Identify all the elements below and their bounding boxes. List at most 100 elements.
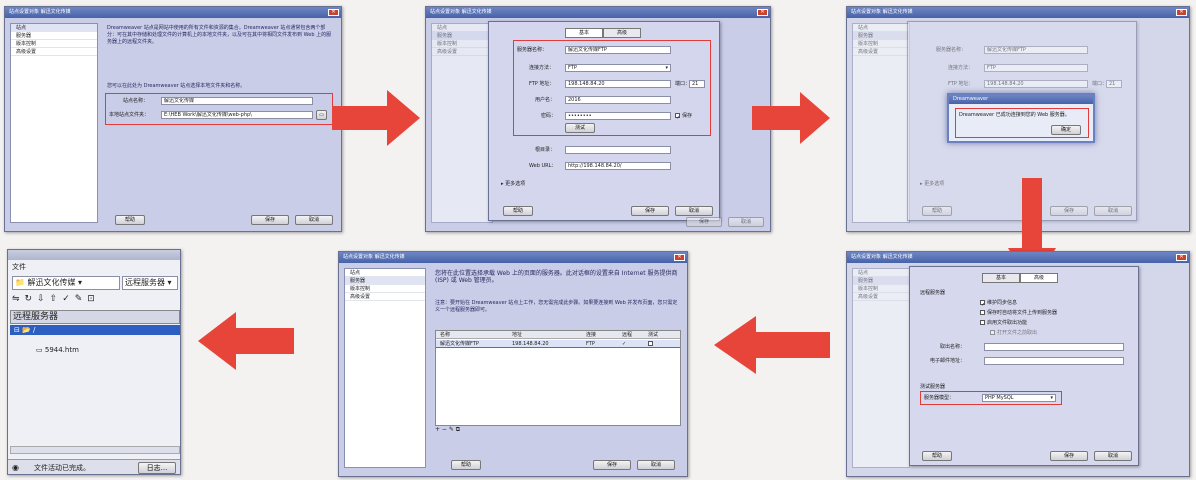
- server-model-select[interactable]: PHP MySQL ▾: [982, 394, 1056, 402]
- site-name-label: 站点名称：: [123, 98, 149, 104]
- sidebar-item-site[interactable]: 站点: [432, 24, 492, 32]
- connect-icon[interactable]: ⇋: [12, 294, 25, 304]
- row-remote-checkbox[interactable]: ✓: [622, 340, 626, 348]
- checkout-option[interactable]: 启用文件取出功能: [980, 319, 1027, 327]
- table-tools[interactable]: + − ✎ ⧉: [435, 426, 495, 434]
- checkout-name-input[interactable]: [984, 343, 1124, 351]
- check-out-icon[interactable]: ✓: [62, 294, 75, 304]
- close-button[interactable]: ✕: [1176, 9, 1187, 16]
- put-files-icon[interactable]: ⇧: [50, 294, 63, 304]
- sidebar-item-version-control[interactable]: 版本控制: [432, 40, 492, 48]
- save-password-checkbox[interactable]: ✓ 保存: [675, 112, 692, 121]
- horizontal-scrollbar[interactable]: [10, 446, 180, 454]
- sidebar-item-advanced[interactable]: 高级设置: [345, 293, 425, 301]
- checkbox[interactable]: ✓: [675, 113, 680, 121]
- username-input[interactable]: 2016: [565, 96, 671, 104]
- cancel-button[interactable]: 取消: [295, 215, 333, 225]
- connect-method-select[interactable]: FTP ▾: [565, 64, 671, 72]
- checkbox[interactable]: [648, 341, 653, 346]
- sync-option[interactable]: ✓ 维护同步信息: [980, 299, 1017, 308]
- tree-root-row[interactable]: ⊟ 📂 /: [10, 325, 180, 335]
- expand-icon[interactable]: ⊡: [87, 294, 100, 304]
- save-button[interactable]: 保存: [251, 215, 289, 225]
- cancel-button-behind: 取消: [728, 217, 764, 227]
- tab-advanced[interactable]: 高级: [603, 28, 641, 38]
- checkbox[interactable]: [980, 320, 985, 325]
- sidebar-item-site[interactable]: 站点: [853, 269, 909, 277]
- close-button[interactable]: ✕: [1176, 254, 1187, 261]
- cancel-button[interactable]: 取消: [1094, 451, 1132, 461]
- site-name-input[interactable]: 解迅文化传媒: [161, 97, 313, 105]
- sidebar-item-version-control[interactable]: 版本控制: [853, 40, 909, 48]
- more-options-toggle[interactable]: ▸ 更多选项: [501, 180, 525, 188]
- col-connection[interactable]: 连接: [586, 331, 596, 339]
- checkbox[interactable]: [980, 310, 985, 315]
- ftp-address-input[interactable]: 198.148.84.20: [565, 80, 671, 88]
- tab-advanced[interactable]: 高级: [1020, 273, 1058, 283]
- col-name[interactable]: 名称: [440, 331, 450, 339]
- port-input[interactable]: 21: [689, 80, 705, 88]
- col-remote[interactable]: 远程: [622, 331, 632, 339]
- password-label: 密码：: [541, 113, 557, 119]
- close-button[interactable]: ✕: [757, 9, 768, 16]
- sidebar-item-servers[interactable]: 服务器: [853, 277, 909, 285]
- sidebar-item-servers[interactable]: 服务器: [11, 32, 97, 40]
- save-button[interactable]: 保存: [593, 460, 631, 470]
- connect-method-value: FTP: [568, 65, 577, 71]
- tab-basic[interactable]: 基本: [982, 273, 1020, 283]
- test-button[interactable]: 测试: [565, 123, 595, 133]
- sidebar-item-site[interactable]: 站点: [853, 24, 909, 32]
- email-input[interactable]: [984, 357, 1124, 365]
- row-test-checkbox[interactable]: [648, 340, 655, 348]
- root-dir-input[interactable]: [565, 146, 671, 154]
- col-test[interactable]: 测试: [648, 331, 658, 339]
- sidebar-item-servers[interactable]: 服务器: [345, 277, 425, 285]
- ok-button[interactable]: 确定: [1051, 125, 1081, 135]
- help-button[interactable]: 帮助: [115, 215, 145, 225]
- table-row[interactable]: 解迅文化传媒FTP 198.148.84.20 FTP ✓: [436, 340, 680, 348]
- check-in-icon[interactable]: ✎: [75, 294, 88, 304]
- row-address: 198.148.84.20: [512, 341, 549, 347]
- server-name-input[interactable]: 解迅文化传媒FTP: [565, 46, 671, 54]
- ftp-address-label: FTP 地址：: [948, 81, 974, 87]
- save-button[interactable]: 保存: [1050, 451, 1088, 461]
- close-button[interactable]: ✕: [328, 9, 339, 16]
- get-files-icon[interactable]: ⇩: [37, 294, 50, 304]
- close-button[interactable]: ✕: [674, 254, 685, 261]
- open-checkout-option: 打开文件之前取出: [990, 329, 1037, 337]
- sidebar-item-site[interactable]: 站点: [345, 269, 425, 277]
- title-bar: 站点设置对象 解迅文化传媒 ✕: [847, 7, 1189, 18]
- help-button[interactable]: 帮助: [503, 206, 533, 216]
- sidebar-item-version-control[interactable]: 版本控制: [853, 285, 909, 293]
- sidebar-item-advanced[interactable]: 高级设置: [432, 48, 492, 56]
- help-button[interactable]: 帮助: [922, 451, 952, 461]
- auto-upload-option[interactable]: 保存时自动将文件上传到服务器: [980, 309, 1057, 317]
- sidebar-item-site[interactable]: 站点: [11, 24, 97, 32]
- web-url-input[interactable]: http://198.148.84.20/: [565, 162, 671, 170]
- folder-icon: 📂: [22, 326, 31, 334]
- checkbox[interactable]: ✓: [980, 300, 985, 308]
- sidebar-item-advanced[interactable]: 高级设置: [853, 48, 909, 56]
- tab-basic[interactable]: 基本: [565, 28, 603, 38]
- sidebar-item-servers[interactable]: 服务器: [853, 32, 909, 40]
- log-button[interactable]: 日志...: [138, 462, 176, 474]
- refresh-icon[interactable]: ↻: [25, 294, 38, 304]
- save-button[interactable]: 保存: [631, 206, 669, 216]
- view-select[interactable]: 远程服务器 ▾: [122, 276, 178, 290]
- sidebar-item-advanced[interactable]: 高级设置: [853, 293, 909, 301]
- local-folder-input[interactable]: E:\HEB Work\解迅文化传媒\web-php\: [161, 111, 313, 119]
- sidebar-item-servers[interactable]: 服务器: [432, 32, 492, 40]
- sidebar-item-advanced[interactable]: 高级设置: [11, 48, 97, 56]
- site-select-value: 解迅文化传媒: [27, 278, 76, 287]
- browse-folder-button[interactable]: ▭: [316, 110, 327, 120]
- col-address[interactable]: 地址: [512, 331, 522, 339]
- files-tab[interactable]: 文件: [12, 262, 26, 272]
- site-select[interactable]: 📁 解迅文化传媒 ▾: [12, 276, 120, 290]
- sidebar-item-version-control[interactable]: 版本控制: [345, 285, 425, 293]
- cancel-button[interactable]: 取消: [637, 460, 675, 470]
- sidebar-item-version-control[interactable]: 版本控制: [11, 40, 97, 48]
- cancel-button[interactable]: 取消: [675, 206, 713, 216]
- password-input[interactable]: ••••••••: [565, 112, 671, 120]
- help-button[interactable]: 帮助: [451, 460, 481, 470]
- file-row[interactable]: ▭ 5944.htm: [36, 346, 79, 354]
